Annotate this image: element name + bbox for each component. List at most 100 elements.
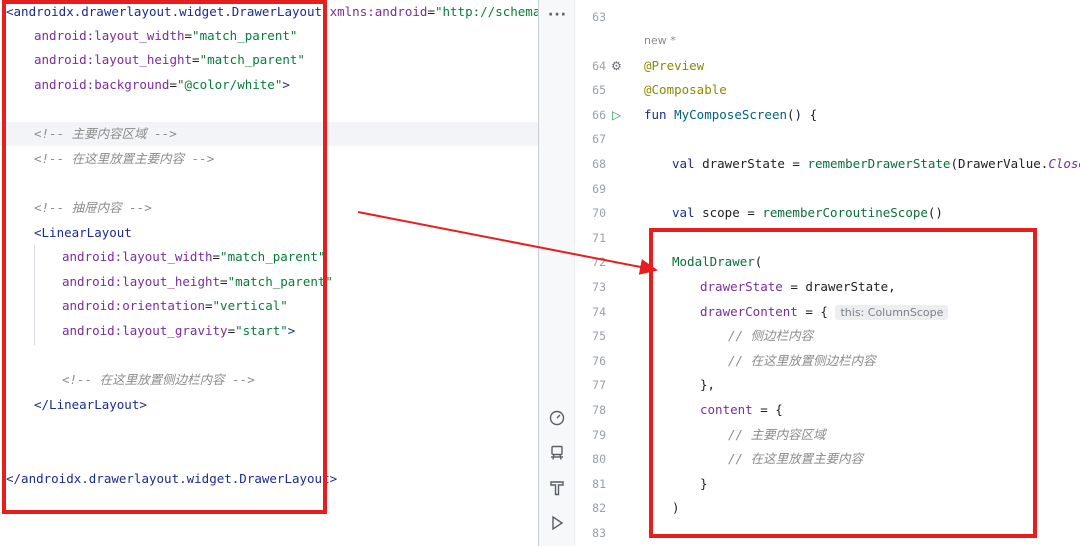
xml-token: = <box>427 4 435 19</box>
xml-token: "start" <box>235 323 288 338</box>
kotlin-code-line: 72 ModalDrawer( <box>576 250 1080 274</box>
xml-token: android:layout_height <box>34 52 193 67</box>
xml-token: <androidx.drawerlayout.widget.DrawerLayo… <box>6 4 330 19</box>
xml-code-line: <!-- 在这里放置侧边栏内容 --> <box>0 368 538 392</box>
xml-code-line <box>0 442 538 466</box>
kotlin-token: fun <box>644 107 675 122</box>
xml-code-line: android:layout_gravity="start"> <box>0 319 538 343</box>
line-number: 77 <box>592 378 606 392</box>
kotlin-token: Closed <box>1048 156 1080 171</box>
kotlin-token: rememberCoroutineScope <box>762 205 928 220</box>
xml-token: "@color/white" <box>177 77 283 92</box>
kotlin-token: () <box>927 205 943 220</box>
xml-token: = <box>227 323 236 338</box>
kotlin-code-line: 67 <box>576 127 1080 151</box>
gauge-icon[interactable] <box>548 410 566 428</box>
line-number: 79 <box>592 428 606 442</box>
xml-token: <!-- 抽屉内容 --> <box>34 200 152 215</box>
xml-token: "vertical" <box>212 298 288 313</box>
kotlin-token: drawerState = <box>702 156 808 171</box>
kotlin-token: drawerContent <box>700 304 798 319</box>
xml-code-line: </LinearLayout> <box>0 393 538 417</box>
kotlin-code-line: 63 <box>576 5 1080 29</box>
kotlin-token: rememberDrawerState <box>807 156 951 171</box>
kotlin-code-line: 70 val scope = rememberCoroutineScope() <box>576 201 1080 225</box>
kotlin-token: // 侧边栏内容 <box>728 328 814 343</box>
run-preview-icon[interactable]: ▷ <box>612 103 621 127</box>
kotlin-code-line: 83 <box>576 521 1080 545</box>
kotlin-code-line: 73 drawerState = drawerState, <box>576 275 1080 299</box>
preview-settings-icon[interactable]: ⚙ <box>611 54 622 78</box>
line-number: 66 <box>592 108 606 122</box>
xml-token: "match_parent" <box>199 52 305 67</box>
xml-code-line: <LinearLayout <box>0 221 538 245</box>
kotlin-code-line: 82) <box>576 496 1080 520</box>
kotlin-token: = { <box>752 402 783 417</box>
kotlin-token: ( <box>754 254 763 269</box>
xml-token: = <box>184 28 193 43</box>
xml-token: xmlns:android <box>329 4 428 19</box>
xml-token: <!-- 在这里放置侧边栏内容 --> <box>62 372 255 387</box>
line-number: 80 <box>592 452 606 466</box>
line-number: 71 <box>592 231 606 245</box>
xml-token: <!-- 在这里放置主要内容 --> <box>34 151 215 166</box>
kotlin-token: @Composable <box>644 82 727 97</box>
xml-code-line <box>0 344 538 368</box>
tool-strip: ··· <box>539 0 575 546</box>
kotlin-token: // 在这里放置主要内容 <box>728 451 864 466</box>
xml-token: </LinearLayout> <box>34 397 147 412</box>
xml-code-line: android:layout_height="match_parent" <box>0 270 538 294</box>
kotlin-token: } <box>700 476 708 491</box>
xml-code-line: <androidx.drawerlayout.widget.DrawerLayo… <box>0 0 538 24</box>
line-number: 82 <box>592 501 606 515</box>
xml-code-line: <!-- 在这里放置主要内容 --> <box>0 147 538 171</box>
kotlin-code-line: 76 // 在这里放置侧边栏内容 <box>576 349 1080 373</box>
kotlin-token: // 主要内容区域 <box>728 427 826 442</box>
kotlin-code-line: 80 // 在这里放置主要内容 <box>576 447 1080 471</box>
line-number: 75 <box>592 329 606 343</box>
kotlin-token: @Preview <box>644 58 705 73</box>
kotlin-token: val <box>672 205 703 220</box>
xml-token: "http://schemas.and <box>434 4 538 19</box>
kotlin-token: scope = <box>702 205 763 220</box>
line-number: 70 <box>592 206 606 220</box>
line-number: 64 <box>592 59 606 73</box>
line-number: 83 <box>592 526 606 540</box>
kotlin-token: = { <box>797 304 836 319</box>
xml-code-line: android:layout_height="match_parent" <box>0 48 538 72</box>
kotlin-token: }, <box>700 377 716 392</box>
kotlin-editor-pane[interactable]: new * 63 64 ⚙ @Preview 65 @Composable 66 ▷ fun My… <box>576 0 1080 546</box>
xml-token: "match_parent" <box>192 28 298 43</box>
xml-token: android:layout_width <box>34 28 185 43</box>
xml-code-line: android:layout_width="match_parent" <box>0 24 538 48</box>
kotlin-code-line: 78 content = { <box>576 398 1080 422</box>
xml-token: android:background <box>34 77 170 92</box>
kotlin-code-line: 77}, <box>576 373 1080 397</box>
xml-code-line: <!-- 抽屉内容 --> <box>0 196 538 220</box>
kotlin-code-line: 68 val drawerState = rememberDrawerState(… <box>576 152 1080 176</box>
kotlin-code-line: 74 drawerContent = { this: ColumnScope <box>576 300 1080 324</box>
xml-token: "match_parent" <box>220 249 326 264</box>
xml-code-line <box>0 98 538 122</box>
xml-token: <LinearLayout <box>34 225 132 240</box>
run-icon[interactable] <box>548 515 566 533</box>
hammer-icon[interactable] <box>548 480 566 498</box>
line-number: 76 <box>592 354 606 368</box>
xml-code-line <box>0 418 538 442</box>
kotlin-code-line: 71 <box>576 226 1080 250</box>
xml-token: = <box>220 274 228 289</box>
kotlin-token: // 在这里放置侧边栏内容 <box>728 353 876 368</box>
xml-token: <!-- 主要内容区域 --> <box>34 126 177 141</box>
xml-token: = <box>205 298 213 313</box>
kotlin-token: drawerState <box>700 279 783 294</box>
line-number: 73 <box>592 280 606 294</box>
xml-token: android:orientation <box>62 298 205 313</box>
kotlin-token: content <box>700 402 753 417</box>
xml-code-line: android:layout_width="match_parent" <box>0 245 538 269</box>
xml-editor-pane[interactable]: <androidx.drawerlayout.widget.DrawerLayo… <box>0 0 538 546</box>
inlay-hint: this: ColumnScope <box>835 305 949 320</box>
device-manager-icon[interactable] <box>548 445 566 463</box>
more-options-icon[interactable]: ··· <box>548 6 566 24</box>
kotlin-code-line: 79 // 主要内容区域 <box>576 423 1080 447</box>
xml-token: = <box>192 52 200 67</box>
